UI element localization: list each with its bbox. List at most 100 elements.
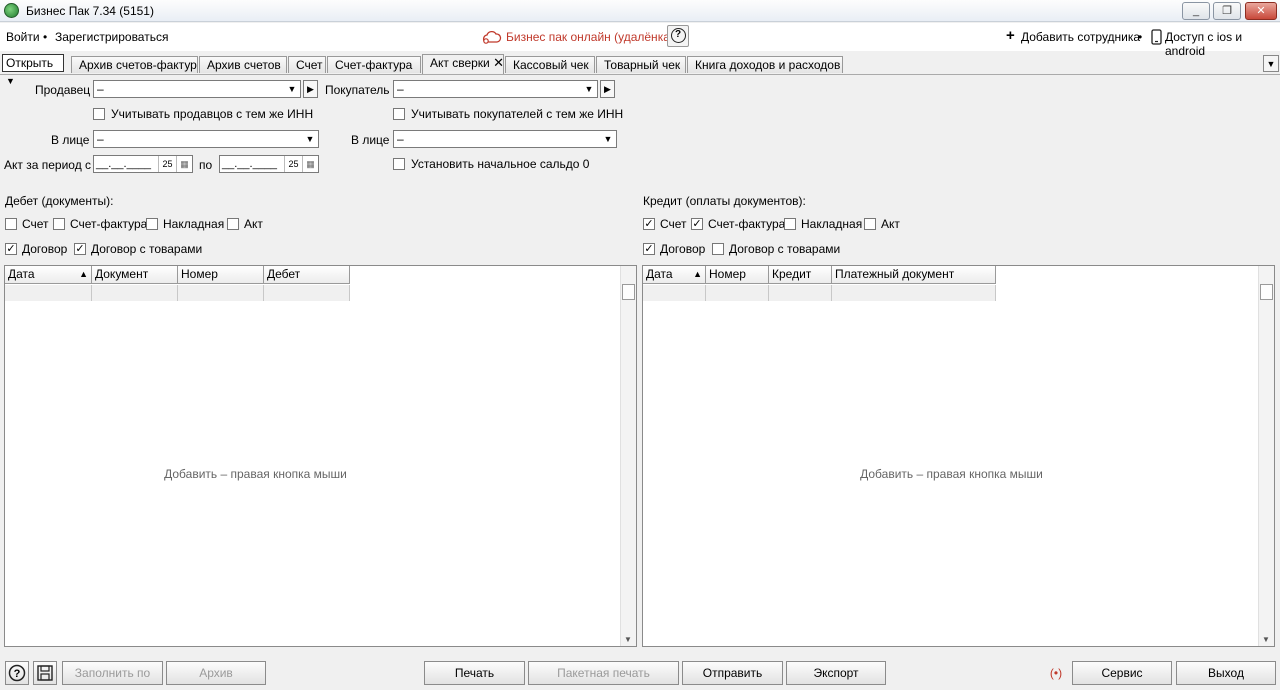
credit-check-contract-goods-label: Договор с товарами — [729, 242, 841, 256]
send-button[interactable]: Отправить — [682, 661, 783, 685]
date-to-field[interactable]: __.__.____ 25 ▦ — [219, 155, 319, 173]
credit-scrollbar[interactable]: ▼ — [1258, 266, 1274, 646]
login-link[interactable]: Войти — [6, 30, 40, 44]
calendar-icon[interactable]: ▦ — [302, 156, 318, 172]
tab-reconciliation[interactable]: Акт сверки ✕ — [422, 54, 504, 74]
credit-check-contract[interactable]: ✓ — [643, 243, 655, 255]
service-button[interactable]: Сервис — [1072, 661, 1172, 685]
online-link[interactable]: Бизнес пак онлайн (удалёнка) — [506, 30, 674, 44]
credit-col-date-label: Дата — [646, 267, 673, 281]
buyer-person-value: – — [397, 132, 404, 146]
scroll-thumb[interactable] — [622, 284, 635, 300]
seller-select[interactable]: – ▼ — [93, 80, 301, 98]
debit-col-number[interactable]: Номер — [178, 266, 264, 284]
app-icon — [4, 3, 19, 18]
open-menu-button[interactable]: Открыть ▼ — [2, 54, 64, 86]
dropdown-arrow-icon: ▼ — [287, 84, 297, 94]
credit-col-credit[interactable]: Кредит — [769, 266, 832, 284]
debit-col-date[interactable]: Дата ▲ — [5, 266, 92, 284]
table-row[interactable] — [5, 285, 92, 301]
minimize-button[interactable]: _ — [1182, 2, 1210, 20]
save-button[interactable] — [33, 661, 57, 685]
debit-check-contract-goods[interactable]: ✓ — [74, 243, 86, 255]
buyer-person-select[interactable]: – ▼ — [393, 130, 617, 148]
plus-icon: + — [1006, 27, 1015, 44]
tab-income-book[interactable]: Книга доходов и расходов — [687, 56, 843, 73]
table-cell[interactable] — [706, 285, 769, 301]
scroll-down-icon[interactable]: ▼ — [624, 635, 632, 644]
export-button[interactable]: Экспорт — [786, 661, 886, 685]
tab-cash-receipt[interactable]: Кассовый чек — [505, 56, 595, 73]
debit-check-act-label: Акт — [244, 217, 263, 231]
credit-col-number[interactable]: Номер — [706, 266, 769, 284]
tabs-dropdown-icon[interactable]: ▼ — [1263, 55, 1279, 72]
close-tab-icon[interactable]: ✕ — [493, 55, 504, 70]
tab-invoice-archive[interactable]: Архив счетов-фактур — [71, 56, 198, 73]
debit-check-contract[interactable]: ✓ — [5, 243, 17, 255]
seller-go-button[interactable]: ▶ — [303, 80, 318, 98]
cloud-link-icon — [482, 30, 502, 44]
scroll-down-icon[interactable]: ▼ — [1262, 635, 1270, 644]
debit-col-debit[interactable]: Дебет — [264, 266, 350, 284]
calendar-icon[interactable]: ▦ — [176, 156, 192, 172]
fill-by-button[interactable]: Заполнить по — [62, 661, 163, 685]
credit-check-act-label: Акт — [881, 217, 900, 231]
table-cell[interactable] — [178, 285, 264, 301]
help-button[interactable]: ? — [667, 25, 689, 47]
credit-check-act[interactable] — [864, 218, 876, 230]
buyer-go-button[interactable]: ▶ — [600, 80, 615, 98]
print-button[interactable]: Печать — [424, 661, 525, 685]
seller-person-select[interactable]: – ▼ — [93, 130, 319, 148]
tab-invoice[interactable]: Счет-фактура — [327, 56, 421, 73]
credit-check-bill[interactable]: ✓ — [643, 218, 655, 230]
add-employee-link[interactable]: Добавить сотрудника — [1021, 30, 1140, 44]
credit-check-invoice-label: Счет-фактура — [708, 217, 786, 231]
close-window-button[interactable]: ✕ — [1245, 2, 1277, 20]
table-cell[interactable] — [832, 285, 996, 301]
maximize-button[interactable]: ❐ — [1213, 2, 1241, 20]
go-arrow-icon: ▶ — [604, 84, 611, 94]
help-icon: ? — [8, 664, 26, 682]
dropdown-arrow-icon: ▼ — [305, 134, 315, 144]
debit-col-document[interactable]: Документ — [92, 266, 178, 284]
credit-grid[interactable]: Дата ▲ Номер Кредит Платежный документ ▼ … — [642, 265, 1275, 647]
zero-balance-checkbox[interactable] — [393, 158, 405, 170]
batch-print-button[interactable]: Пакетная печать — [528, 661, 679, 685]
table-cell[interactable] — [264, 285, 350, 301]
credit-check-waybill[interactable] — [784, 218, 796, 230]
help-button-bottom[interactable]: ? — [5, 661, 29, 685]
credit-hint: Добавить – правая кнопка мыши — [860, 467, 1043, 481]
debit-scrollbar[interactable]: ▼ — [620, 266, 636, 646]
tab-sales-receipt[interactable]: Товарный чек — [596, 56, 686, 73]
seller-inn-checkbox[interactable] — [93, 108, 105, 120]
date-from-value: __.__.____ — [96, 158, 152, 170]
debit-check-waybill[interactable] — [146, 218, 158, 230]
debit-check-contract-label: Договор — [22, 242, 68, 256]
buyer-select[interactable]: – ▼ — [393, 80, 598, 98]
tab-bills-archive[interactable]: Архив счетов — [199, 56, 287, 73]
credit-col-date[interactable]: Дата ▲ — [643, 266, 706, 284]
date-from-field[interactable]: __.__.____ 25 ▦ — [93, 155, 193, 173]
exit-button[interactable]: Выход — [1176, 661, 1276, 685]
debit-check-bill[interactable] — [5, 218, 17, 230]
debit-check-invoice[interactable] — [53, 218, 65, 230]
date-from-number: 25 — [158, 156, 176, 172]
table-row[interactable] — [643, 285, 706, 301]
buyer-inn-checkbox[interactable] — [393, 108, 405, 120]
debit-grid[interactable]: Дата ▲ Документ Номер Дебет ▼ Добавить – … — [4, 265, 637, 647]
broadcast-icon[interactable]: (•) — [1043, 664, 1069, 682]
debit-title: Дебет (документы): — [5, 194, 114, 208]
scroll-thumb[interactable] — [1260, 284, 1273, 300]
table-cell[interactable] — [92, 285, 178, 301]
debit-check-act[interactable] — [227, 218, 239, 230]
credit-check-contract-goods[interactable] — [712, 243, 724, 255]
table-cell[interactable] — [769, 285, 832, 301]
credit-check-invoice[interactable]: ✓ — [691, 218, 703, 230]
window-title: Бизнес Пак 7.34 (5151) — [26, 4, 154, 18]
zero-balance-label: Установить начальное сальдо 0 — [411, 157, 590, 171]
archive-button[interactable]: Архив — [166, 661, 266, 685]
credit-col-payment-doc[interactable]: Платежный документ — [832, 266, 996, 284]
go-arrow-icon: ▶ — [307, 84, 314, 94]
tab-bill[interactable]: Счет — [288, 56, 326, 73]
register-link[interactable]: Зарегистрироваться — [55, 30, 168, 44]
